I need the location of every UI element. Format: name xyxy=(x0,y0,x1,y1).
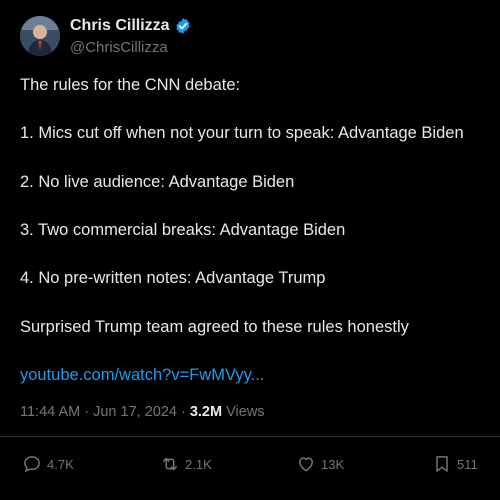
reply-count: 4.7K xyxy=(47,456,74,472)
tweet-text-rule-4: 4. No pre-written notes: Advantage Trump xyxy=(20,269,326,287)
tweet-link[interactable]: youtube.com/watch?v=FwMVyy... xyxy=(20,366,264,385)
author-name-text[interactable]: Chris Cillizza xyxy=(70,17,170,35)
bookmark-icon xyxy=(436,456,448,472)
tweet-text-closing: Surprised Trump team agreed to these rul… xyxy=(20,318,409,336)
repost-count: 2.1K xyxy=(185,456,212,472)
author-name[interactable]: Chris Cillizza xyxy=(70,17,192,35)
meta-separator: · xyxy=(180,404,190,420)
reply-icon xyxy=(24,456,40,472)
bookmark-button[interactable]: 511 xyxy=(432,454,478,474)
tweet-date[interactable]: Jun 17, 2024 xyxy=(93,404,177,420)
repost-button[interactable]: 2.1K xyxy=(160,454,212,474)
heart-icon xyxy=(299,457,313,472)
tweet-text-rule-3: 3. Two commercial breaks: Advantage Bide… xyxy=(20,221,346,239)
tweet-time[interactable]: 11:44 AM xyxy=(20,404,80,420)
divider xyxy=(0,436,500,437)
views-label: Views xyxy=(226,404,265,420)
repost-icon xyxy=(163,457,177,471)
tweet-text-rule-2: 2. No live audience: Advantage Biden xyxy=(20,173,295,191)
verified-badge-icon xyxy=(175,18,190,34)
author-handle[interactable]: @ChrisCillizza xyxy=(70,39,168,56)
like-button[interactable]: 13K xyxy=(296,454,344,474)
avatar[interactable] xyxy=(20,16,60,56)
bookmark-count: 511 xyxy=(457,456,478,472)
meta-separator: · xyxy=(84,404,94,420)
tweet-text-rule-1: 1. Mics cut off when not your turn to sp… xyxy=(20,124,464,142)
like-count: 13K xyxy=(321,456,345,472)
reply-button[interactable]: 4.7K xyxy=(22,454,74,474)
tweet-meta: 11:44 AM · Jun 17, 2024 · 3.2M Views xyxy=(20,404,265,420)
avatar-photo xyxy=(20,16,60,56)
views-count: 3.2M xyxy=(189,404,223,420)
tweet-text-intro: The rules for the CNN debate: xyxy=(20,76,241,94)
